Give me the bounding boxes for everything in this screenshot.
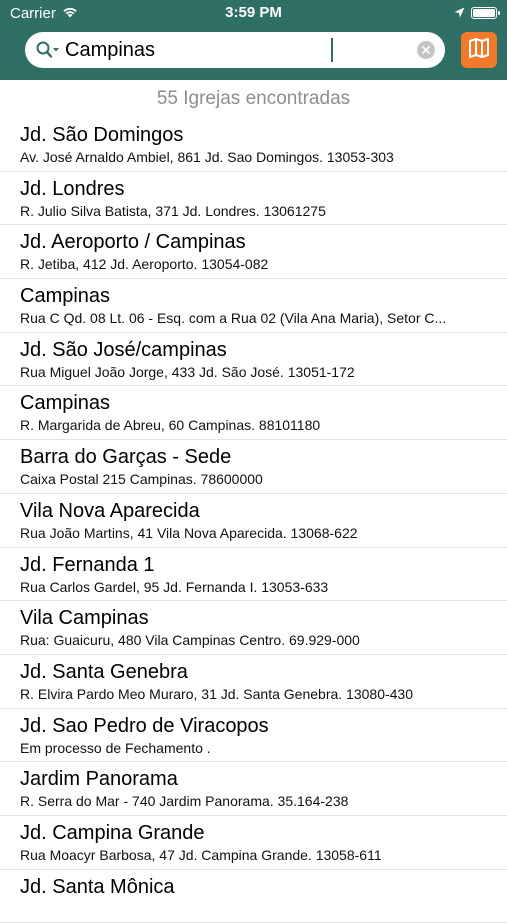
result-count: 55 Igrejas encontradas <box>156 88 351 109</box>
item-address: Caixa Postal 215 Campinas. 78600000 <box>20 471 263 488</box>
map-icon <box>468 37 490 64</box>
status-time: 3:59 PM <box>225 4 282 21</box>
item-title: Jd. Campina Grande <box>20 821 205 844</box>
list-item[interactable]: Vila Campinas Rua: Guaicuru, 480 Vila Cam… <box>0 601 507 655</box>
item-title: Jardim Panorama <box>20 768 178 791</box>
map-button[interactable] <box>461 32 497 68</box>
list-item[interactable]: Jd. São José/campinas Rua Miguel João Jor… <box>0 333 507 387</box>
item-title: Campinas <box>20 392 111 415</box>
status-bar: Carrier 3:59 PM <box>0 0 507 26</box>
item-address: Rua Carlos Gardel, 95 Jd. Fernanda I. 13… <box>20 578 329 595</box>
item-title: Jd. Santa Mônica <box>20 875 175 898</box>
item-title: Campinas <box>20 285 111 308</box>
list-item[interactable]: Jd. Sao Pedro de Viracopos Em processo de… <box>0 709 507 763</box>
list-item[interactable]: Jardim Panorama R. Serra do Mar - 740 Jar… <box>0 762 507 816</box>
search-icon[interactable] <box>35 40 61 60</box>
item-address: R. Julio Silva Batista, 371 Jd. Londres.… <box>20 202 326 219</box>
list-item[interactable]: Jd. Campina Grande Rua Moacyr Barbosa, 47… <box>0 816 507 870</box>
item-address: Rua Moacyr Barbosa, 47 Jd. Campina Grand… <box>20 846 382 863</box>
search-row <box>25 32 497 68</box>
search-bar[interactable] <box>25 32 445 68</box>
list-item[interactable]: Jd. Londres R. Julio Silva Batista, 371 J… <box>0 172 507 226</box>
list-item[interactable]: Campinas Rua C Qd. 08 Lt. 06 - Esq. com a… <box>0 279 507 333</box>
item-title: Vila Nova Aparecida <box>20 499 200 522</box>
item-address: R. Margarida de Abreu, 60 Campinas. 8810… <box>20 417 321 434</box>
item-address: R. Serra do Mar - 740 Jardim Panorama. 3… <box>20 793 349 810</box>
list-item[interactable]: Campinas R. Margarida de Abreu, 60 Campin… <box>0 386 507 441</box>
list-item[interactable]: Jd. Fernanda 1 Rua Carlos Gardel, 95 Jd. … <box>0 548 507 602</box>
header-bar: Carrier 3:59 PM <box>0 0 507 80</box>
item-address: Av. José Arnaldo Ambiel, 861 Jd. Sao Dom… <box>20 149 394 165</box>
clear-icon[interactable] <box>417 41 435 59</box>
item-address: Rua: Guaicuru, 480 Vila Campinas Centro.… <box>20 632 360 649</box>
item-title: Jd. Aeroporto / Campinas <box>20 231 246 254</box>
list-item[interactable]: Vila Nova Aparecida Rua João Martins, 41 … <box>0 494 507 548</box>
item-title: Vila Campinas <box>20 607 149 630</box>
item-title: Jd. Fernanda 1 <box>20 553 155 576</box>
item-address: Rua C Qd. 08 Lt. 06 - Esq. com a Rua 02 … <box>20 310 447 327</box>
item-title: Barra do Garças - Sede <box>20 446 232 469</box>
item-address: Rua Miguel João Jorge, 433 Jd. São José.… <box>20 363 355 380</box>
list-item[interactable]: Jd. Santa Mônica <box>0 870 507 923</box>
item-title: Jd. São Domingos <box>20 124 184 146</box>
item-title: Jd. Santa Genebra <box>20 660 188 683</box>
list-item[interactable]: Barra do Garças - Sede Caixa Postal 215 C… <box>0 440 507 494</box>
results-list: Jd. São Domingos Av. José Arnaldo Ambiel,… <box>0 118 507 923</box>
item-title: Jd. Sao Pedro de Viracopos <box>20 714 269 737</box>
item-address: Rua João Martins, 41 Vila Nova Aparecida… <box>20 524 358 541</box>
item-title: Jd. Londres <box>20 177 125 200</box>
search-input[interactable] <box>65 38 330 62</box>
item-address: R. Jetiba, 412 Jd. Aeroporto. 13054-082 <box>20 256 269 273</box>
battery-fill <box>473 9 495 17</box>
text-caret <box>331 38 333 62</box>
item-title: Jd. São José/campinas <box>20 338 227 361</box>
list-item[interactable]: Jd. Aeroporto / Campinas R. Jetiba, 412 J… <box>0 225 507 280</box>
item-address: Em processo de Fechamento . <box>20 739 211 756</box>
list-item[interactable]: Jd. Santa Genebra R. Elvira Pardo Meo Mur… <box>0 655 507 709</box>
item-address: R. Elvira Pardo Meo Muraro, 31 Jd. Santa… <box>20 685 413 702</box>
list-item[interactable]: Jd. São Domingos Av. José Arnaldo Ambiel,… <box>0 118 507 172</box>
battery-icon <box>471 7 500 19</box>
